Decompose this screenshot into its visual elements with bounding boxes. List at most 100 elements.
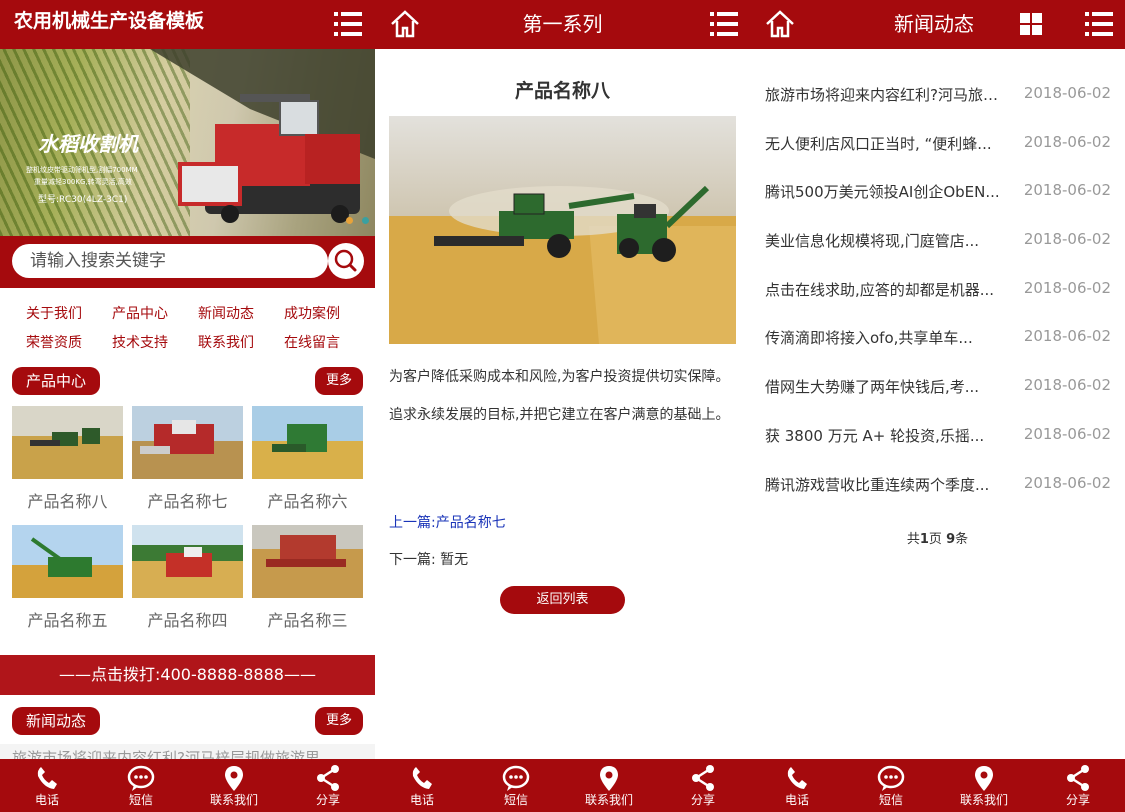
nav-link-support[interactable]: 技术支持 [98,329,184,358]
news-title[interactable]: 获 3800 万元 A+ 轮投资,乐摇... [765,425,1010,446]
nav-link-honors[interactable]: 荣誉资质 [12,329,98,358]
detail-header: 第一系列 [375,0,750,49]
news-row[interactable]: 腾讯游戏营收比重连续两个季度... 2018-06-02 [765,460,1111,509]
nav-link-products[interactable]: 产品中心 [98,300,184,329]
bottom-nav-phone[interactable]: 电话 [375,759,469,812]
product-thumbnail[interactable] [252,406,363,479]
product-thumbnail[interactable] [12,525,123,598]
news-title[interactable]: 腾讯500万美元领投AI创企ObEN... [765,181,1010,202]
news-title[interactable]: 借网生大势赚了两年快钱后,考... [765,376,1010,397]
news-row[interactable]: 点击在线求助,应答的却都是机器... 2018-06-02 [765,265,1111,314]
hero-banner[interactable]: 水稻收割机 整机纹皮带驱动筛机型,割幅700MM 重量减轻300KG,转弯灵活,… [0,49,375,236]
product-card[interactable]: 产品名称八 [12,406,123,525]
back-to-list-button[interactable]: 返回列表 [500,586,625,614]
search-icon [334,249,357,272]
bottom-nav-phone[interactable]: 电话 [0,759,94,812]
product-name[interactable]: 产品名称四 [132,598,243,644]
call-button[interactable]: ——点击拨打:400-8888-8888—— [0,655,375,695]
news-date: 2018-06-02 [1023,132,1111,151]
news-header-title: 新闻动态 [894,12,974,36]
menu-icon[interactable] [710,11,738,37]
bottom-nav-contact[interactable]: 联系我们 [187,759,281,812]
bottom-nav-sms[interactable]: 短信 [94,759,188,812]
news-row[interactable]: 无人便利店风口正当时, “便利蜂... 2018-06-02 [765,119,1111,168]
bottom-nav-share[interactable]: 分享 [656,759,750,812]
product-name[interactable]: 产品名称七 [132,479,243,525]
product-card[interactable]: 产品名称三 [252,525,363,644]
share-icon [692,765,714,791]
next-link: 下一篇: 暂无 [389,552,469,568]
prev-link[interactable]: 上一篇:产品名称七 [389,512,506,532]
bottom-nav: 电话 短信 联系我们 分享 [375,759,750,812]
news-row[interactable]: 美业信息化规模将现,门庭管店... 2018-06-02 [765,216,1111,265]
pager-pages: 1 [919,532,929,547]
bottom-nav-contact[interactable]: 联系我们 [937,759,1031,812]
news-title[interactable]: 传滴滴即将接入ofo,共享单车... [765,327,1010,348]
bottom-nav-share[interactable]: 分享 [1031,759,1125,812]
banner-headline: 水稻收割机 [38,132,140,156]
news-title[interactable]: 无人便利店风口正当时, “便利蜂... [765,133,1010,154]
news-date: 2018-06-02 [1023,230,1111,249]
bottom-nav-contact[interactable]: 联系我们 [562,759,656,812]
search-input[interactable] [12,244,328,278]
carousel-dots[interactable] [342,209,369,228]
menu-icon[interactable] [1085,11,1113,37]
nav-link-contact[interactable]: 联系我们 [184,329,270,358]
bottom-nav-label: 电话 [784,793,809,807]
news-row[interactable]: 传滴滴即将接入ofo,共享单车... 2018-06-02 [765,313,1111,362]
bottom-nav-sms[interactable]: 短信 [469,759,563,812]
news-title[interactable]: 点击在线求助,应答的却都是机器... [765,279,1010,300]
news-date: 2018-06-02 [1023,376,1111,395]
location-icon [600,766,618,791]
news-title[interactable]: 腾讯游戏营收比重连续两个季度... [765,474,1010,495]
news-title[interactable]: 美业信息化规模将现,门庭管店... [765,230,1010,251]
sms-icon [127,765,155,791]
nav-link-about[interactable]: 关于我们 [12,300,98,329]
news-row[interactable]: 腾讯500万美元领投AI创企ObEN... 2018-06-02 [765,167,1111,216]
search-bar [0,236,375,288]
product-card[interactable]: 产品名称四 [132,525,243,644]
home-icon[interactable] [764,9,796,39]
news-row[interactable]: 旅游市场将迎来内容红利?河马旅游... 2018-06-02 [765,70,1111,119]
product-name[interactable]: 产品名称五 [12,598,123,644]
nav-link-cases[interactable]: 成功案例 [270,300,356,329]
carousel-dot-1[interactable] [345,217,353,224]
quick-nav: 关于我们 产品中心 新闻动态 成功案例荣誉资质 技术支持 联系我们 在线留言 [12,300,362,358]
bottom-nav-sms[interactable]: 短信 [844,759,938,812]
news-section-title[interactable]: 新闻动态 [12,707,101,735]
pager-prefix: 共 [906,532,920,547]
news-row[interactable]: 借网生大势赚了两年快钱后,考... 2018-06-02 [765,362,1111,411]
news-title[interactable]: 旅游市场将迎来内容红利?河马旅游... [765,84,1010,105]
bottom-nav-share[interactable]: 分享 [281,759,375,812]
search-button[interactable] [328,243,364,279]
carousel-dot-2[interactable] [362,217,369,224]
product-name[interactable]: 产品名称八 [12,479,123,525]
location-icon [225,766,243,791]
phone-icon [37,767,57,789]
product-section-title[interactable]: 产品中心 [12,367,101,395]
product-card[interactable]: 产品名称六 [252,406,363,525]
grid-icon[interactable] [1020,13,1042,35]
product-thumbnail[interactable] [252,525,363,598]
news-more-button[interactable]: 更多 [314,707,363,735]
product-thumbnail[interactable] [132,406,243,479]
news-date: 2018-06-02 [1023,84,1111,102]
nav-link-message[interactable]: 在线留言 [270,329,356,358]
product-card[interactable]: 产品名称五 [12,525,123,644]
product-name[interactable]: 产品名称六 [252,479,363,525]
pager-count: 9 [946,532,956,547]
menu-icon[interactable] [334,11,362,37]
harvester-illustration: 水稻收割机 整机纹皮带驱动筛机型,割幅700MM 重量减轻300KG,转弯灵活,… [26,49,375,223]
phone-icon [412,767,432,789]
product-card[interactable]: 产品名称七 [132,406,243,525]
bottom-nav-label: 分享 [690,793,715,807]
product-more-button[interactable]: 更多 [314,367,363,395]
product-name[interactable]: 产品名称三 [252,598,363,644]
news-row[interactable]: 获 3800 万元 A+ 轮投资,乐摇... 2018-06-02 [765,411,1111,460]
product-thumbnail[interactable] [132,525,243,598]
pager-suffix: 条 [955,532,969,547]
bottom-nav-phone[interactable]: 电话 [750,759,844,812]
nav-link-news[interactable]: 新闻动态 [184,300,270,329]
product-title: 产品名称八 [514,80,610,102]
product-thumbnail[interactable] [12,406,123,479]
